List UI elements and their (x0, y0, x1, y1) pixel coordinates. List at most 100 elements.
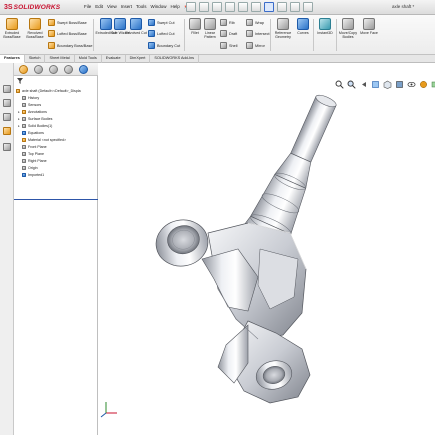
ribbon-separator (270, 19, 271, 51)
tab-evaluate[interactable]: Evaluate (102, 55, 126, 63)
tree-item[interactable]: ▸ Solid Bodies(1) (14, 122, 98, 129)
tree-item[interactable]: History (14, 94, 98, 101)
file-properties-icon[interactable] (290, 2, 300, 12)
tree-item[interactable]: Sensors (14, 101, 98, 108)
tree-items: History Sensors ▸ Annotations ▸ Surface Bodie… (14, 94, 98, 178)
instant3d-button[interactable]: Instant3D (314, 18, 336, 35)
linear-pattern-button[interactable]: Linear Pattern (199, 18, 221, 39)
tree-item[interactable]: Top Plane (14, 150, 98, 157)
feature-tree-tab-icon[interactable] (19, 65, 28, 74)
axle-shaft-model[interactable] (98, 63, 435, 435)
annotations-icon (22, 109, 26, 114)
boundary-cut-icon (148, 42, 155, 49)
property-manager-tab-icon[interactable] (34, 65, 43, 74)
draft-button[interactable]: Draft (220, 30, 237, 37)
graphics-area[interactable] (98, 63, 435, 435)
tree-item-label: Top Plane (28, 151, 44, 156)
extruded-boss-button[interactable]: Extruded Boss/Base (1, 18, 23, 39)
expand-arrow-icon[interactable]: ▸ (18, 117, 21, 121)
display-style-icon[interactable] (3, 143, 11, 151)
rib-button[interactable]: Rib (220, 19, 235, 26)
reference-geometry-button[interactable]: Reference Geometry (272, 18, 294, 39)
view-orientation-icon[interactable] (3, 113, 11, 121)
tab-solidworks-addins[interactable]: SOLIDWORKS Add-Ins (150, 55, 200, 63)
expand-arrow-icon[interactable]: ▸ (18, 110, 21, 114)
revolved-cut-label: Revolved Cut (125, 31, 147, 35)
boundary-boss-button[interactable]: Boundary Boss/Base (48, 42, 92, 49)
open-folder-icon[interactable] (212, 2, 222, 12)
menu-help[interactable]: Help (171, 4, 180, 10)
solidworks-logo[interactable]: 3S SOLIDWORKS (4, 3, 60, 12)
menu-edit[interactable]: Edit (95, 4, 103, 10)
tree-item[interactable]: ▸ Surface Bodies (14, 115, 98, 122)
equations-icon (22, 130, 26, 135)
tree-item-label: Annotations (28, 109, 47, 114)
expand-arrow-icon[interactable]: ▸ (18, 124, 21, 128)
menu-window[interactable]: Window (151, 4, 167, 10)
tree-item[interactable]: Material <not specified> (14, 136, 98, 143)
tab-sketch[interactable]: Sketch (25, 55, 46, 63)
intersect-button[interactable]: Intersect (246, 30, 270, 37)
dimxpert-manager-tab-icon[interactable] (64, 65, 73, 74)
display-manager-tab-icon[interactable] (79, 65, 88, 74)
configuration-manager-tab-icon[interactable] (49, 65, 58, 74)
lofted-boss-icon (48, 30, 55, 37)
tree-item[interactable]: ▸ Annotations (14, 108, 98, 115)
shell-button[interactable]: Shell (220, 42, 237, 49)
tree-root-part[interactable]: axle shaft (Default<<Default>_Displa (14, 87, 98, 94)
move-copy-bodies-label: Move/Copy Bodies (338, 31, 358, 39)
draft-label: Draft (229, 31, 238, 36)
tree-item[interactable]: Front Plane (14, 143, 98, 150)
filter-icon[interactable] (17, 78, 23, 84)
zoom-area-icon[interactable] (3, 99, 11, 107)
swept-boss-button[interactable]: Swept Boss/Base (48, 19, 87, 26)
move-copy-bodies-button[interactable]: Move/Copy Bodies (337, 18, 359, 39)
swept-boss-icon (48, 19, 55, 26)
wrap-button[interactable]: Wrap (246, 19, 264, 26)
linear-pattern-icon (204, 18, 216, 30)
revolved-boss-button[interactable]: Revolved Boss/Base (24, 18, 46, 39)
menu-insert[interactable]: Insert (121, 4, 132, 10)
options-gear-icon[interactable] (303, 2, 313, 12)
tab-dimxpert[interactable]: DimXpert (126, 55, 151, 63)
left-task-strip (0, 63, 14, 435)
lofted-cut-label: Lofted Cut (157, 31, 175, 36)
tab-features[interactable]: Features (0, 55, 25, 63)
ribbon-separator (93, 19, 94, 51)
save-icon[interactable] (225, 2, 235, 12)
menu-tools[interactable]: Tools (136, 4, 147, 10)
tree-item[interactable]: Right Plane (14, 157, 98, 164)
revolved-cut-button[interactable]: Revolved Cut (125, 18, 147, 35)
lofted-cut-button[interactable]: Lofted Cut (148, 30, 175, 37)
print-icon[interactable] (238, 2, 248, 12)
appearance-icon[interactable] (3, 127, 11, 135)
plane-icon (22, 151, 26, 156)
home-icon[interactable] (186, 2, 196, 12)
tab-mold-tools[interactable]: Mold Tools (75, 55, 102, 63)
tree-item[interactable]: Imported1 (14, 171, 98, 178)
tree-item[interactable]: Origin (14, 164, 98, 171)
menu-file[interactable]: File (84, 4, 91, 10)
reference-geometry-icon (277, 18, 289, 30)
feature-tree-rollback-bar[interactable] (14, 199, 98, 200)
lofted-boss-button[interactable]: Lofted Boss/Base (48, 30, 87, 37)
undo-icon[interactable] (251, 2, 261, 12)
swept-cut-button[interactable]: Swept Cut (148, 19, 175, 26)
select-arrow-icon[interactable] (264, 2, 274, 12)
curves-button[interactable]: Curves (292, 18, 314, 35)
origin-icon (22, 165, 26, 170)
boundary-cut-button[interactable]: Boundary Cut (148, 42, 180, 49)
mirror-button[interactable]: Mirror (246, 42, 265, 49)
tree-item[interactable]: Equations (14, 129, 98, 136)
move-face-button[interactable]: Move Face (358, 18, 380, 35)
pointer-icon[interactable] (3, 85, 11, 93)
shell-label: Shell (229, 43, 238, 48)
shell-icon (220, 42, 227, 49)
revolved-cut-icon (130, 18, 142, 30)
rebuild-icon[interactable] (277, 2, 287, 12)
boundary-boss-label: Boundary Boss/Base (57, 43, 93, 48)
tab-sheet-metal[interactable]: Sheet Metal (45, 55, 75, 63)
new-document-icon[interactable] (199, 2, 209, 12)
document-title: axle shaft * (392, 4, 415, 9)
menu-view[interactable]: View (107, 4, 117, 10)
